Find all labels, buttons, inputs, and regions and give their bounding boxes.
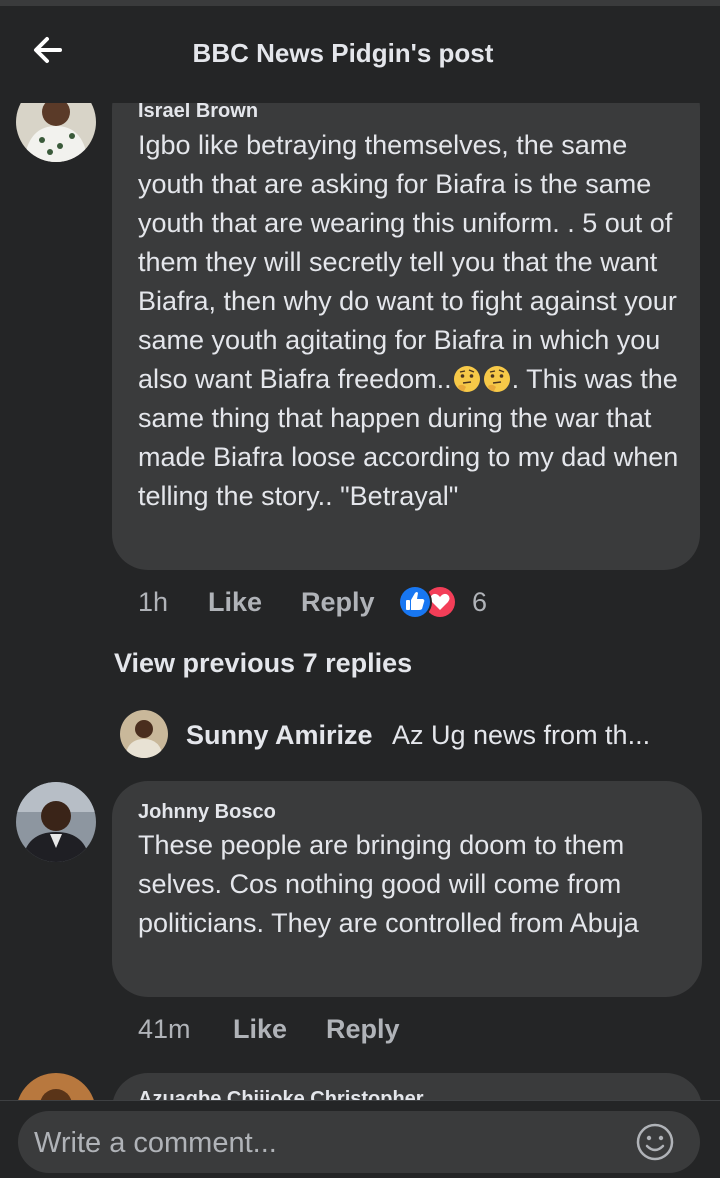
avatar-sunny-amirize — [120, 710, 168, 758]
like-button[interactable]: Like — [208, 587, 262, 618]
avatar-johnny-bosco[interactable] — [16, 782, 96, 862]
reaction-count: 6 — [472, 587, 488, 617]
comment-bubble-johnny-bosco[interactable]: Johnny Bosco These people are bringing d… — [112, 781, 702, 997]
reply-button[interactable]: Reply — [326, 1014, 400, 1045]
reply-snippet: Az Ug news from th... — [392, 720, 651, 750]
comment-input[interactable]: Write a comment... — [18, 1111, 700, 1173]
comment-time: 41m — [138, 1014, 191, 1044]
comment-author[interactable]: Azuagbe Chijioke Christopher — [138, 1088, 424, 1100]
reply-button[interactable]: Reply — [301, 587, 375, 618]
like-button[interactable]: Like — [233, 1014, 287, 1045]
thinking-face-icon — [483, 366, 510, 392]
like-reaction-icon — [398, 585, 432, 619]
comment-text: Igbo like betraying themselves, the same… — [138, 126, 683, 516]
thinking-face-icon — [453, 366, 480, 392]
smiley-face-icon — [636, 1123, 674, 1161]
reactions-summary[interactable] — [396, 582, 466, 622]
comment-author[interactable]: Israel Brown — [138, 100, 258, 123]
comment-author[interactable]: Johnny Bosco — [138, 801, 276, 824]
comment-placeholder: Write a comment... — [34, 1127, 277, 1159]
avatar-azuagbe[interactable] — [16, 1073, 96, 1100]
comment-text: These people are bringing doom to them s… — [138, 830, 639, 938]
view-previous-replies-link[interactable]: View previous 7 replies — [114, 648, 412, 679]
comment-composer: Write a comment... — [0, 1100, 720, 1178]
comment-thread: Israel Brown Igbo like betraying themsel… — [0, 0, 720, 1100]
emoji-button[interactable] — [634, 1121, 676, 1163]
comment-time: 1h — [138, 587, 169, 617]
comment-text-part: Igbo like betraying themselves, the same… — [138, 130, 677, 394]
reply-preview-row[interactable]: Sunny Amirize Az Ug news from th... — [120, 708, 680, 760]
page-title: BBC News Pidgin's post — [192, 38, 494, 68]
reply-author: Sunny Amirize — [186, 720, 373, 750]
comment-bubble-israel-brown[interactable]: Israel Brown Igbo like betraying themsel… — [112, 72, 700, 570]
top-bar: BBC News Pidgin's post — [0, 6, 720, 103]
